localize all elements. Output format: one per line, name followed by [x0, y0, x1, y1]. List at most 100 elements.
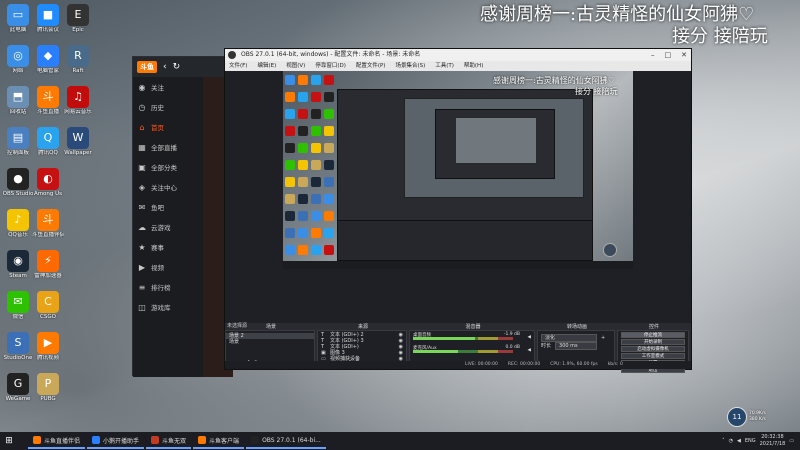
- desktop-icon[interactable]: E Epic: [62, 4, 94, 34]
- desktop-icon[interactable]: ⬒ 回收站: [2, 86, 34, 116]
- taskbar-app-button[interactable]: 斗鱼直播伴侣: [28, 433, 86, 449]
- input-language[interactable]: ENG: [745, 438, 756, 444]
- desktop-icon[interactable]: ⚡ 雷神加速器: [32, 250, 64, 280]
- desktop-icon[interactable]: C CSGO: [32, 291, 64, 321]
- desktop-icon-label: Wallpaper: [64, 150, 92, 156]
- douyu-nav-item[interactable]: ▶ 视频: [133, 257, 203, 277]
- maximize-icon[interactable]: □: [665, 49, 672, 61]
- obs-menu-item[interactable]: 帮助(H): [464, 61, 483, 71]
- widget-value: 11: [727, 407, 747, 427]
- douyu-client-window[interactable]: 斗鱼 ‹ ↻ ◉ 关注 ◷ 历史 ⌂ 首页 ▦ 全部直播 ▣ 全部分类 ◈ 关注中心 ✉ 鱼吧 ☁ 云游戏 ★ 赛…: [132, 56, 233, 377]
- desktop-icon[interactable]: W Wallpaper: [62, 127, 94, 157]
- volume-icon[interactable]: ◀: [737, 438, 741, 444]
- obs-menu-item[interactable]: 停靠窗口(D): [315, 61, 346, 71]
- preview-desktop-icon: [298, 245, 308, 255]
- desktop-icon[interactable]: R Raft: [62, 45, 94, 75]
- obs-menu-item[interactable]: 视图(V): [286, 61, 305, 71]
- desktop-icon[interactable]: ◎ 网络: [2, 45, 34, 75]
- desktop-icon[interactable]: ◆ 电脑管家: [32, 45, 64, 75]
- back-icon[interactable]: ‹: [163, 62, 167, 72]
- mixer-list: 桌面音频 -1.9 dB ◀ 麦克风/Aux 0.0 dB ◀: [410, 331, 534, 357]
- obs-menu-item[interactable]: 配置文件(P): [356, 61, 386, 71]
- desktop-icon[interactable]: ♫ 网易云音乐: [62, 86, 94, 116]
- desktop-icon[interactable]: ♪ QQ音乐: [2, 209, 34, 239]
- desktop-icon[interactable]: ✉ 微信: [2, 291, 34, 321]
- scenes-dock-title: 场景: [265, 324, 276, 330]
- taskbar-clock[interactable]: 20:32:38 2021/7/18: [760, 434, 786, 448]
- obs-window[interactable]: OBS 27.0.1 (64-bit, windows) - 配置文件: 未命名…: [224, 48, 692, 373]
- taskbar-app-icon: [151, 436, 160, 444]
- app-icon: ●: [7, 168, 29, 190]
- desktop-icon-label: Steam: [9, 273, 27, 279]
- douyu-nav-item[interactable]: ✉ 鱼吧: [133, 197, 203, 217]
- douyu-nav-item[interactable]: ◉ 关注: [133, 77, 203, 97]
- preview-desktop-icon: [285, 126, 295, 136]
- speaker-icon[interactable]: ◀: [528, 348, 531, 353]
- transition-duration-input[interactable]: 300 ms: [555, 342, 598, 350]
- douyu-nav-item[interactable]: ☁ 云游戏: [133, 217, 203, 237]
- tray-chevron-icon[interactable]: ˄: [722, 438, 725, 444]
- taskbar-app-label: 斗鱼无双: [162, 437, 187, 445]
- close-icon[interactable]: ✕: [681, 49, 687, 61]
- desktop-icon[interactable]: ▭ 此电脑: [2, 4, 34, 34]
- desktop-icon[interactable]: S StudioOne: [2, 332, 34, 362]
- douyu-logo: 斗鱼: [137, 61, 157, 73]
- refresh-icon[interactable]: ↻: [173, 62, 181, 72]
- transition-type-select[interactable]: 淡化: [541, 334, 597, 342]
- audio-level-meter[interactable]: [413, 350, 513, 353]
- obs-menu-item[interactable]: 工具(T): [435, 61, 454, 71]
- taskbar-app-button[interactable]: 小鹅开播助手: [87, 433, 145, 449]
- minimize-icon[interactable]: –: [651, 49, 655, 61]
- scene-item[interactable]: 场景: [226, 339, 314, 345]
- transition-add-icon[interactable]: +: [601, 334, 605, 342]
- preview-desktop-icon: [324, 211, 334, 221]
- douyu-nav-item[interactable]: ◷ 历史: [133, 97, 203, 117]
- preview-taskbar: [283, 261, 633, 269]
- obs-menu-item[interactable]: 场景集合(S): [395, 61, 425, 71]
- preview-desktop-icon: [311, 177, 321, 187]
- preview-desktop-icon: [285, 177, 295, 187]
- desktop-icon[interactable]: ▶ 腾讯视频: [32, 332, 64, 362]
- douyu-nav-item[interactable]: ★ 赛事: [133, 237, 203, 257]
- obs-menu-item[interactable]: 编辑(E): [257, 61, 276, 71]
- obs-menu-item[interactable]: 文件(F): [229, 61, 247, 71]
- network-icon[interactable]: ◔: [729, 438, 733, 444]
- desktop-icon-label: 网易云音乐: [64, 109, 92, 115]
- obs-control-button[interactable]: 开始录制: [621, 339, 685, 345]
- app-icon: ■: [37, 4, 59, 26]
- obs-control-button[interactable]: 启动虚拟摄像机: [621, 346, 685, 352]
- desktop-icon[interactable]: ● OBS Studio: [2, 168, 34, 198]
- obs-preview-canvas[interactable]: 感谢周榜一:古灵精怪的仙女阿狒♡ 接分 接陪玩: [283, 71, 633, 269]
- douyu-nav-item[interactable]: ◫ 游戏库: [133, 297, 203, 317]
- douyu-nav-item[interactable]: ⌂ 首页: [133, 117, 203, 137]
- douyu-nav-item[interactable]: ≡ 排行榜: [133, 277, 203, 297]
- nav-icon: ◷: [138, 102, 146, 112]
- preview-desktop-icon: [285, 245, 295, 255]
- desktop-icon[interactable]: ■ 腾讯会议: [32, 4, 64, 34]
- desktop-icon[interactable]: ▤ 控制面板: [2, 127, 34, 157]
- douyu-nav-item[interactable]: ▣ 全部分类: [133, 157, 203, 177]
- desktop-icon[interactable]: ◐ Among Us: [32, 168, 64, 198]
- app-icon: E: [67, 4, 89, 26]
- obs-title-bar: OBS 27.0.1 (64-bit, windows) - 配置文件: 未命名…: [225, 49, 691, 61]
- taskbar-app-button[interactable]: 斗鱼客户端: [193, 433, 245, 449]
- taskbar-app-button[interactable]: OBS 27.0.1 (64-bi...: [246, 433, 326, 449]
- obs-control-button[interactable]: 停止推流: [621, 332, 685, 338]
- desktop-icon[interactable]: G WeGame: [2, 373, 34, 403]
- notification-icon[interactable]: ▭: [789, 438, 794, 444]
- desktop-icon[interactable]: 斗斗鱼直播伴侣: [32, 209, 64, 239]
- network-speed-widget[interactable]: 11 70.9K/s 380 K/s: [727, 406, 775, 428]
- taskbar-app-button[interactable]: 斗鱼无双: [146, 433, 192, 449]
- douyu-nav-item[interactable]: ◈ 关注中心: [133, 177, 203, 197]
- desktop-icon[interactable]: P PUBG: [32, 373, 64, 403]
- audio-level-meter[interactable]: [413, 337, 513, 340]
- obs-control-button[interactable]: 工作室模式: [621, 353, 685, 359]
- desktop-icon[interactable]: 斗斗鱼直播: [32, 86, 64, 116]
- preview-desktop-icon: [311, 92, 321, 102]
- obs-preview-area[interactable]: 感谢周榜一:古灵精怪的仙女阿狒♡ 接分 接陪玩: [225, 71, 691, 323]
- desktop-icon[interactable]: Q 腾讯QQ: [32, 127, 64, 157]
- windows-start-icon[interactable]: ⊞: [0, 432, 18, 450]
- speaker-icon[interactable]: ◀: [528, 335, 531, 340]
- douyu-nav-item[interactable]: ▦ 全部直播: [133, 137, 203, 157]
- desktop-icon[interactable]: ◉ Steam: [2, 250, 34, 280]
